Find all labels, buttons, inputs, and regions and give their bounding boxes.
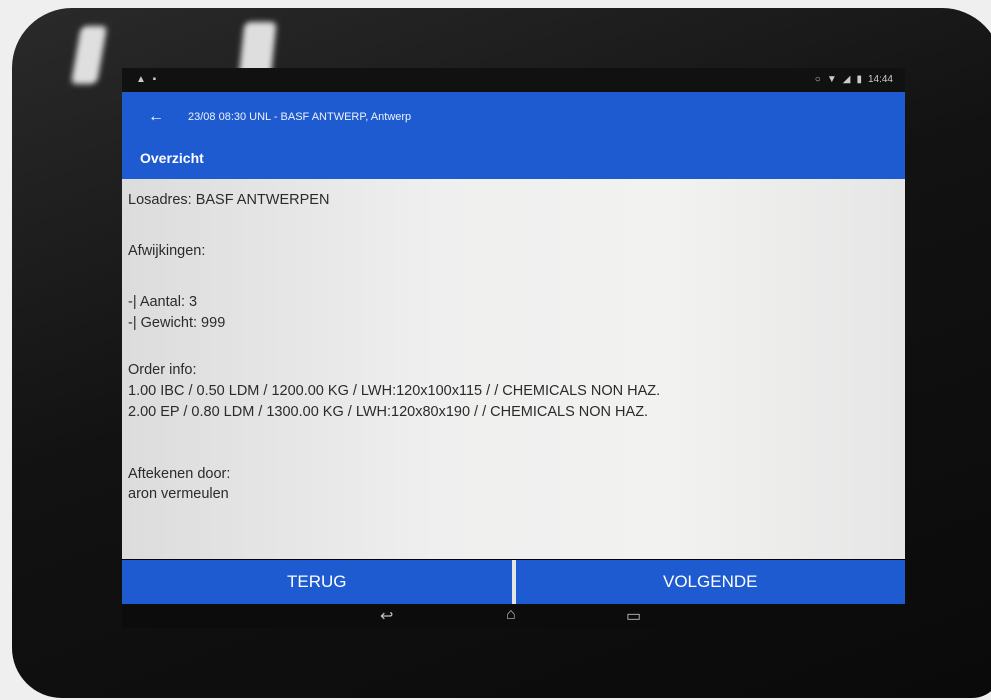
system-nav-bar: ↩ ⌂ ▭: [122, 604, 905, 628]
overview-content: Losadres: BASF ANTWERPEN Afwijkingen: -|…: [122, 179, 905, 559]
deviations-label: Afwijkingen:: [128, 243, 206, 259]
notification-icons: ▲ ▪: [136, 74, 159, 85]
unload-address: Losadres: BASF ANTWERPEN: [128, 192, 330, 208]
alarm-icon: ○: [814, 74, 821, 85]
tablet-device: ▲ ▪ ○ ▼ ◢ ▮ 14:44 ← 23/08 08:30 UNL - BA…: [12, 8, 991, 698]
next-button[interactable]: VOLGENDE: [515, 560, 905, 604]
wifi-icon: ▼: [826, 74, 837, 85]
trip-title: 23/08 08:30 UNL - BASF ANTWERP, Antwerp: [188, 111, 412, 123]
signed-by-label: Aftekenen door:: [128, 466, 231, 482]
nav-back-icon[interactable]: ↩: [380, 606, 393, 626]
nav-home-icon[interactable]: ⌂: [506, 606, 516, 624]
deviation-quantity: -| Aantal: 3: [128, 294, 198, 310]
light-glare: [70, 26, 108, 84]
clock-time: 14:44: [867, 74, 893, 85]
order-line-1: 1.00 IBC / 0.50 LDM / 1200.00 KG / LWH:1…: [128, 383, 661, 399]
status-bar: ▲ ▪ ○ ▼ ◢ ▮ 14:44: [122, 68, 905, 92]
app-bar: ← 23/08 08:30 UNL - BASF ANTWERP, Antwer…: [122, 92, 905, 179]
back-arrow-icon[interactable]: ←: [148, 108, 164, 126]
back-button[interactable]: TERUG: [122, 560, 512, 604]
status-icons: ○ ▼ ◢ ▮ 14:44: [815, 74, 893, 85]
battery-icon: ▮: [856, 74, 862, 85]
device-screen: ▲ ▪ ○ ▼ ◢ ▮ 14:44 ← 23/08 08:30 UNL - BA…: [122, 68, 905, 628]
action-bar: TERUG VOLGENDE: [122, 560, 905, 604]
nav-recents-icon[interactable]: ▭: [626, 606, 641, 626]
order-info-label: Order info:: [128, 362, 197, 378]
page-title: Overzicht: [140, 150, 204, 166]
signed-by-name: aron vermeulen: [128, 486, 229, 502]
deviation-weight: -| Gewicht: 999: [128, 315, 226, 331]
signal-icon: ◢: [842, 74, 851, 85]
order-line-2: 2.00 EP / 0.80 LDM / 1300.00 KG / LWH:12…: [128, 404, 649, 420]
